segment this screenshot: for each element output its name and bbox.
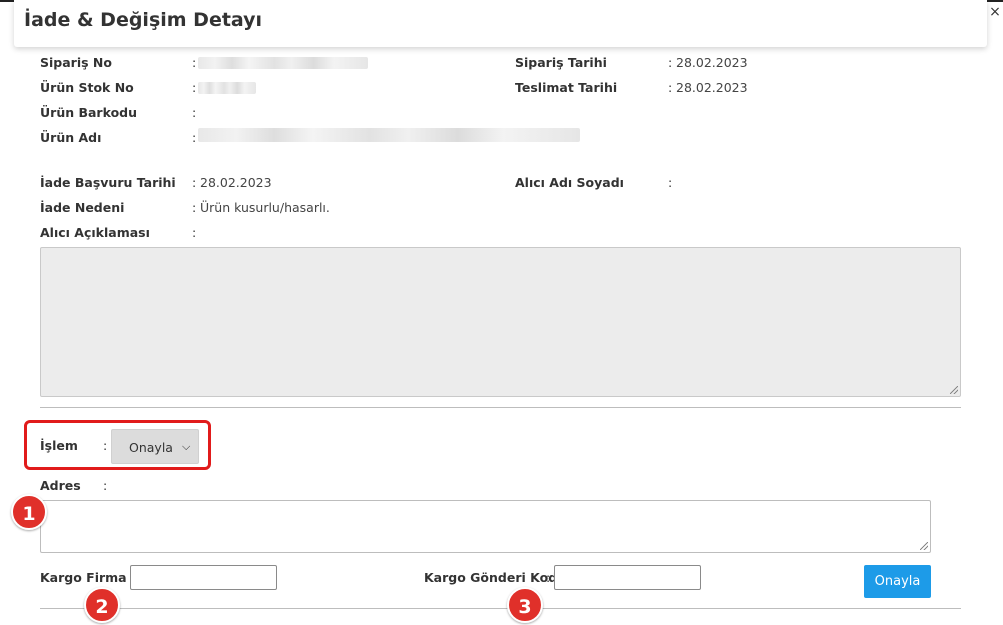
divider <box>40 608 961 609</box>
dialog-title: İade & Değişim Detayı <box>24 9 263 31</box>
resize-handle-icon[interactable] <box>920 542 928 550</box>
colon: : <box>192 225 197 240</box>
annotation-badge-2: 2 <box>84 587 120 623</box>
kargo-gonderi-kodu-input[interactable] <box>554 565 701 590</box>
colon: : <box>668 175 673 190</box>
adres-label: Adres <box>40 478 81 493</box>
colon: : <box>122 570 127 585</box>
annotation-badge-3: 3 <box>507 587 543 623</box>
colon: : <box>192 175 197 190</box>
colon: : <box>103 478 108 493</box>
iade-nedeni-label: İade Nedeni <box>40 200 125 215</box>
redacted-siparis-no <box>198 57 368 69</box>
colon: : <box>668 55 673 70</box>
alici-aciklamasi-textarea[interactable] <box>40 247 961 397</box>
iade-basvuru-tarihi-label: İade Başvuru Tarihi <box>40 175 176 190</box>
urun-barkodu-label: Ürün Barkodu <box>40 105 138 120</box>
redacted-urun-adi <box>198 128 580 142</box>
divider <box>40 407 961 408</box>
iade-nedeni-value: Ürün kusurlu/hasarlı. <box>200 200 330 215</box>
colon: : <box>192 200 197 215</box>
kargo-gonderi-kodu-label: Kargo Gönderi Kodu <box>424 570 567 585</box>
return-exchange-dialog: İade & Değişim Detayı × Sipariş No : Ürü… <box>0 0 1003 625</box>
colon: : <box>192 55 197 70</box>
alici-aciklamasi-label: Alıcı Açıklaması <box>40 225 150 240</box>
teslimat-tarihi-value: 28.02.2023 <box>676 80 748 95</box>
iade-basvuru-tarihi-value: 28.02.2023 <box>200 175 272 190</box>
islem-select[interactable]: Onayla ⌵ <box>111 429 199 464</box>
colon: : <box>103 438 108 453</box>
islem-selected-value: Onayla <box>129 440 173 455</box>
resize-handle-icon[interactable] <box>950 386 958 394</box>
islem-label: İşlem <box>40 438 78 453</box>
kargo-firma-input[interactable] <box>130 565 277 590</box>
siparis-tarihi-label: Sipariş Tarihi <box>515 55 607 70</box>
adres-textarea[interactable] <box>40 500 931 553</box>
annotation-badge-1: 1 <box>11 494 47 530</box>
urun-stok-no-label: Ürün Stok No <box>40 80 134 95</box>
siparis-tarihi-value: 28.02.2023 <box>676 55 748 70</box>
dialog-header: İade & Değişim Detayı <box>14 0 987 47</box>
urun-adi-label: Ürün Adı <box>40 130 102 145</box>
kargo-firma-label: Kargo Firma <box>40 570 127 585</box>
colon: : <box>192 80 197 95</box>
onayla-button[interactable]: Onayla <box>864 565 931 598</box>
siparis-no-label: Sipariş No <box>40 55 112 70</box>
chevron-down-icon: ⌵ <box>182 440 191 453</box>
teslimat-tarihi-label: Teslimat Tarihi <box>515 80 618 95</box>
alici-adi-soyadi-label: Alıcı Adı Soyadı <box>515 175 624 190</box>
redacted-stok-no <box>198 82 256 94</box>
colon: : <box>546 570 551 585</box>
colon: : <box>192 130 197 145</box>
colon: : <box>668 80 673 95</box>
colon: : <box>192 105 197 120</box>
close-icon[interactable]: × <box>987 0 1003 24</box>
